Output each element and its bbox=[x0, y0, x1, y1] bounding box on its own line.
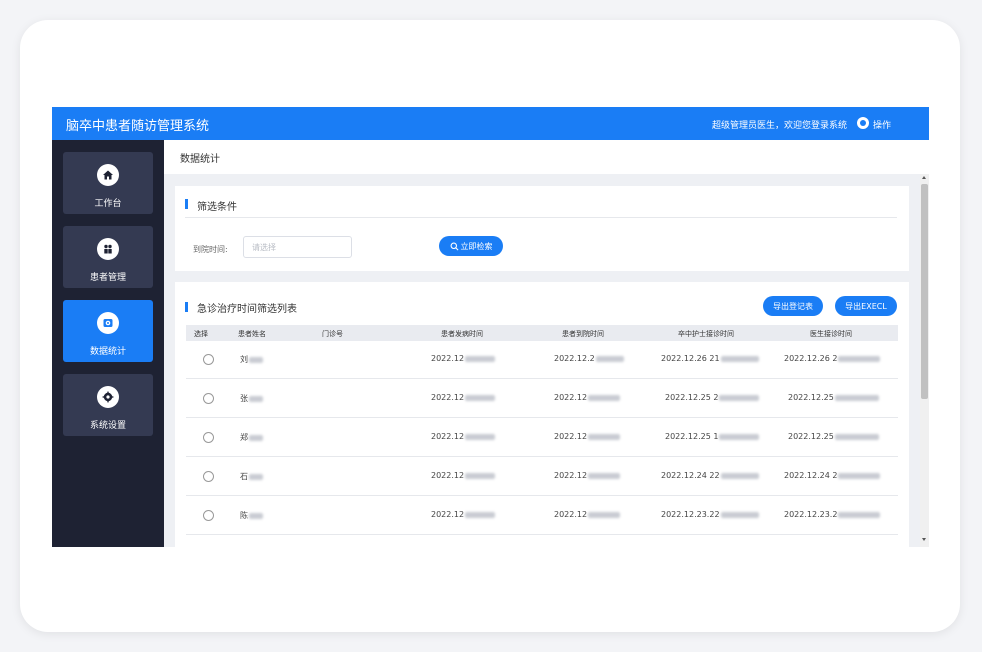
sidebar-item-workbench[interactable]: 工作台 bbox=[63, 152, 153, 214]
onset-time: 2022.12 bbox=[431, 393, 496, 402]
row-radio[interactable] bbox=[203, 510, 214, 521]
nurse-time: 2022.12.24 22 bbox=[661, 471, 759, 480]
doctor-time: 2022.12.23.2 bbox=[784, 510, 881, 519]
welcome-text: 超级管理员医生，欢迎您登录系统 bbox=[711, 121, 847, 131]
scroll-up-arrow[interactable] bbox=[922, 176, 926, 179]
arrival-time: 2022.12 bbox=[554, 432, 621, 441]
patient-name: 刘 bbox=[240, 354, 263, 365]
section-marker bbox=[185, 302, 188, 312]
column-header: 患者到院时间 bbox=[562, 330, 604, 338]
row-radio[interactable] bbox=[203, 393, 214, 404]
list-title: 急诊治疗时间筛选列表 bbox=[197, 304, 297, 315]
onset-time: 2022.12 bbox=[431, 471, 496, 480]
nurse-time: 2022.12.23.22 bbox=[661, 510, 759, 519]
patient-name: 陈 bbox=[240, 510, 263, 521]
onset-time: 2022.12 bbox=[431, 432, 496, 441]
sidebar-item-label: 工作台 bbox=[94, 199, 122, 209]
onset-time: 2022.12 bbox=[431, 510, 496, 519]
header-bar: 脑卒中患者随访管理系统 超级管理员医生，欢迎您登录系统 操作 bbox=[52, 107, 929, 140]
nurse-time: 2022.12.25 2 bbox=[665, 393, 760, 402]
column-header: 患者姓名 bbox=[238, 330, 266, 338]
table-row[interactable]: 郑 2022.12 2022.12 2022.12.25 1 2022.12.2… bbox=[186, 419, 898, 457]
search-button-label: 立即检索 bbox=[460, 241, 493, 251]
search-button[interactable]: 立即检索 bbox=[439, 236, 503, 256]
breadcrumb: 数据统计 bbox=[180, 154, 220, 165]
search-icon bbox=[450, 242, 458, 250]
scroll-down-arrow[interactable] bbox=[922, 538, 926, 541]
column-header: 医生接诊时间 bbox=[810, 330, 852, 338]
arrival-time: 2022.12.2 bbox=[554, 354, 624, 363]
doctor-time: 2022.12.24 2 bbox=[784, 471, 881, 480]
table-row[interactable]: 张 2022.12 2022.12 2022.12.25 2 2022.12.2… bbox=[186, 380, 898, 418]
sidebar-item-statistics[interactable]: 数据统计 bbox=[63, 300, 153, 362]
export-excel-button[interactable]: 导出EXECL bbox=[835, 296, 897, 316]
sidebar-item-patients[interactable]: 患者管理 bbox=[63, 226, 153, 288]
column-header: 门诊号 bbox=[322, 330, 343, 338]
patient-name: 张 bbox=[240, 393, 263, 404]
divider bbox=[185, 217, 897, 218]
table-row[interactable]: 石 2022.12 2022.12 2022.12.24 22 2022.12.… bbox=[186, 458, 898, 496]
filter-title: 筛选条件 bbox=[197, 202, 237, 213]
section-marker bbox=[185, 199, 188, 209]
patient-name: 郑 bbox=[240, 432, 263, 443]
sidebar-item-label: 数据统计 bbox=[89, 347, 126, 357]
row-radio[interactable] bbox=[203, 432, 214, 443]
sidebar-item-label: 患者管理 bbox=[89, 273, 126, 283]
table-row[interactable] bbox=[186, 536, 898, 547]
table-row[interactable]: 陈 2022.12 2022.12 2022.12.23.22 2022.12.… bbox=[186, 497, 898, 535]
doctor-time: 2022.12.26 2 bbox=[784, 354, 881, 363]
row-radio[interactable] bbox=[203, 354, 214, 365]
export-register-button[interactable]: 导出登记表 bbox=[763, 296, 823, 316]
scroll-thumb[interactable] bbox=[921, 184, 928, 399]
chart-icon bbox=[97, 312, 119, 334]
home-icon bbox=[97, 164, 119, 186]
row-radio[interactable] bbox=[203, 471, 214, 482]
table-row[interactable]: 刘 2022.12 2022.12.2 2022.12.26 21 2022.1… bbox=[186, 341, 898, 379]
filter-panel: 筛选条件 到院时间: 立即检索 bbox=[175, 186, 909, 271]
settings-icon bbox=[97, 386, 119, 408]
main-content: 数据统计 筛选条件 到院时间: 立即检索 急诊治疗时间筛选列表 导出登记表 导出… bbox=[164, 140, 929, 547]
table-header: 选择 患者姓名 门诊号 患者发病时间 患者到院时间 卒中护士接诊时间 医生接诊时… bbox=[186, 325, 898, 341]
arrival-time: 2022.12 bbox=[554, 393, 621, 402]
operation-icon[interactable] bbox=[857, 117, 869, 129]
arrival-time-label: 到院时间: bbox=[193, 245, 228, 254]
sidebar-item-settings[interactable]: 系统设置 bbox=[63, 374, 153, 436]
users-icon bbox=[97, 238, 119, 260]
onset-time: 2022.12 bbox=[431, 354, 496, 363]
app-title: 脑卒中患者随访管理系统 bbox=[66, 119, 210, 134]
sidebar-item-label: 系统设置 bbox=[89, 421, 126, 431]
arrival-time: 2022.12 bbox=[554, 471, 621, 480]
arrival-time: 2022.12 bbox=[554, 510, 621, 519]
app-window: 脑卒中患者随访管理系统 超级管理员医生，欢迎您登录系统 操作 工作台 患者管理 … bbox=[52, 107, 929, 547]
nurse-time: 2022.12.25 1 bbox=[665, 432, 760, 441]
column-header: 卒中护士接诊时间 bbox=[678, 330, 734, 338]
scrollbar[interactable] bbox=[920, 174, 929, 547]
column-header: 选择 bbox=[194, 330, 208, 338]
doctor-time: 2022.12.25 bbox=[788, 393, 879, 402]
operation-menu[interactable]: 操作 bbox=[873, 118, 891, 131]
sidebar: 工作台 患者管理 数据统计 系统设置 bbox=[52, 140, 164, 547]
arrival-time-input[interactable] bbox=[243, 236, 352, 258]
list-panel: 急诊治疗时间筛选列表 导出登记表 导出EXECL 选择 患者姓名 门诊号 患者发… bbox=[175, 282, 909, 547]
nurse-time: 2022.12.26 21 bbox=[661, 354, 759, 363]
patient-name: 石 bbox=[240, 471, 263, 482]
column-header: 患者发病时间 bbox=[441, 330, 483, 338]
doctor-time: 2022.12.25 bbox=[788, 432, 879, 441]
breadcrumb-bar: 数据统计 bbox=[164, 140, 929, 174]
